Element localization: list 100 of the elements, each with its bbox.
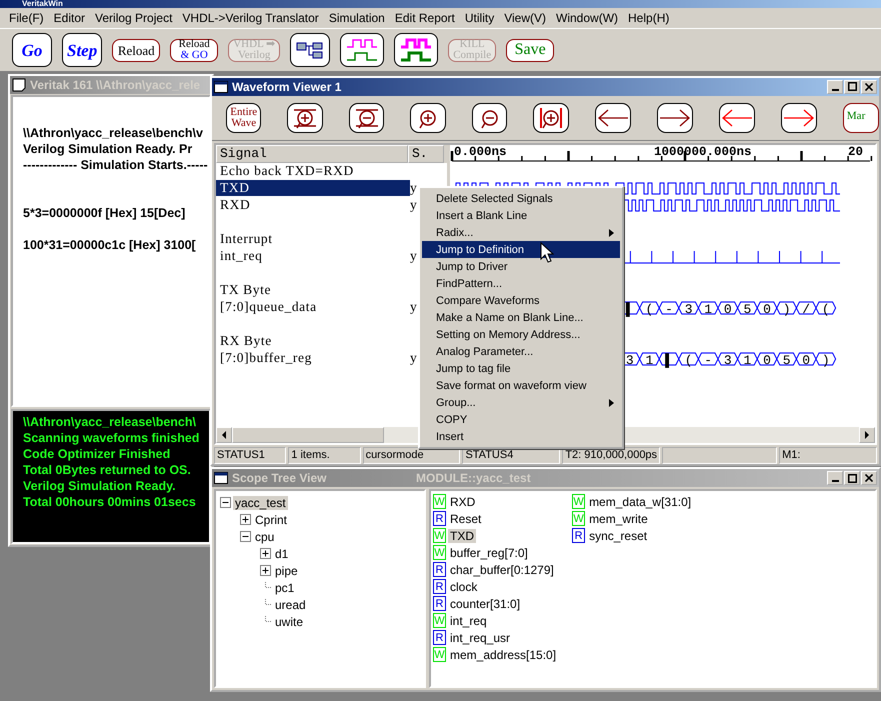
- net-name[interactable]: mem_address[15:0]: [448, 648, 558, 662]
- minimize-button[interactable]: [827, 80, 843, 94]
- menu-item[interactable]: Insert a Blank Line: [422, 207, 620, 224]
- app-title: VeritakWin: [0, 0, 881, 8]
- status-field: M1:: [779, 447, 877, 464]
- toolbar-button[interactable]: Reload: [112, 38, 160, 62]
- net-name[interactable]: mem_write: [587, 512, 650, 526]
- menu-item[interactable]: Verilog Project: [90, 11, 178, 25]
- tree-item[interactable]: d1: [273, 546, 290, 560]
- time-label: 0.000ns: [454, 144, 507, 159]
- menu-item[interactable]: Window(W): [551, 11, 624, 25]
- menu-item[interactable]: Jump to Definition: [422, 241, 620, 258]
- signal-name[interactable]: TXD: [216, 180, 410, 196]
- menu-item[interactable]: Jump to tag file: [422, 360, 620, 377]
- net-name[interactable]: sync_reset: [587, 528, 650, 542]
- right-arrow-icon: [782, 108, 816, 128]
- menu-item[interactable]: Group...: [422, 394, 620, 411]
- menu-item[interactable]: Simulation: [324, 11, 390, 25]
- net-name[interactable]: Reset: [448, 512, 484, 526]
- toolbar-button[interactable]: Reload & GO: [170, 38, 218, 62]
- tree-item[interactable]: pc1: [273, 580, 296, 594]
- wave-tool-button[interactable]: [594, 102, 631, 133]
- tree-item[interactable]: uread: [273, 598, 308, 612]
- signal-name[interactable]: RXD: [216, 197, 410, 214]
- wave-tool-button[interactable]: [656, 102, 693, 133]
- menu-item[interactable]: Save format on waveform view: [422, 377, 620, 394]
- menu-item[interactable]: Make a Name on Blank Line...: [422, 309, 620, 326]
- close-button[interactable]: [861, 80, 877, 94]
- net-type-badge: R: [433, 596, 446, 611]
- entire-wave-button[interactable]: Entire Wave: [226, 102, 262, 133]
- menu-item[interactable]: Edit Report: [390, 11, 460, 25]
- menu-item[interactable]: Insert: [422, 428, 620, 445]
- net-name[interactable]: TXD: [448, 528, 476, 542]
- menu-item[interactable]: COPY: [422, 411, 620, 428]
- expand-icon[interactable]: [260, 565, 271, 576]
- expand-icon[interactable]: [240, 514, 251, 525]
- menu-item[interactable]: File(F): [4, 11, 49, 25]
- net-name[interactable]: clock: [448, 580, 480, 594]
- menu-item[interactable]: Editor: [48, 11, 90, 25]
- net-name[interactable]: char_buffer[0:1279]: [448, 562, 556, 576]
- net-name[interactable]: counter[31:0]: [448, 596, 522, 610]
- menu-item[interactable]: Compare Waveforms: [422, 292, 620, 309]
- menu-item[interactable]: Setting on Memory Address...: [422, 326, 620, 343]
- wave-tool-button[interactable]: [472, 102, 508, 133]
- toolbar-button[interactable]: [394, 33, 438, 67]
- menu-item[interactable]: Utility: [460, 11, 500, 25]
- net-type-badge: W: [433, 647, 446, 662]
- column-header[interactable]: Signal: [216, 144, 408, 163]
- collapse-icon[interactable]: [220, 497, 231, 508]
- toolbar-button[interactable]: Save: [506, 38, 554, 62]
- signal-name[interactable]: [7:0]buffer_reg: [216, 350, 410, 366]
- column-header[interactable]: S.: [408, 144, 444, 163]
- tree-item[interactable]: Cprint: [253, 512, 290, 526]
- wave-tool-button[interactable]: [348, 102, 384, 133]
- menu-item[interactable]: Help(H): [623, 11, 674, 25]
- maximize-button[interactable]: [844, 80, 860, 94]
- console-output: \\Athron\yacc_release\bench\v Verilog Simulation Ready. Pr ------------- Simulation Starts.----- 5*3=0000000f [Hex] 15[Dec] 100*31=00000c1c [Hex] 3100[: [11, 95, 211, 407]
- menu-item[interactable]: Jump to Driver: [422, 258, 620, 275]
- tree-item[interactable]: yacc_test: [233, 496, 288, 510]
- tree-item[interactable]: cpu: [253, 530, 276, 544]
- net-name[interactable]: int_req_usr: [448, 630, 512, 644]
- wave-tool-button[interactable]: [287, 102, 323, 133]
- toolbar-button[interactable]: Step: [62, 33, 102, 67]
- toolbar-button[interactable]: [340, 33, 384, 67]
- wave-tool-button[interactable]: [718, 102, 755, 133]
- wave-tool-button[interactable]: [533, 102, 569, 133]
- toolbar-button[interactable]: Go: [12, 33, 52, 67]
- menu-item[interactable]: Delete Selected Signals: [422, 190, 620, 207]
- close-button[interactable]: [861, 471, 877, 485]
- maximize-button[interactable]: [844, 471, 860, 485]
- signal-name[interactable]: int_req: [216, 248, 410, 264]
- expand-icon[interactable]: [260, 548, 271, 559]
- minimize-button[interactable]: [827, 471, 843, 485]
- mark-button[interactable]: Mar: [842, 102, 879, 133]
- minimize-icon: [832, 480, 838, 482]
- menu-item[interactable]: View(V): [499, 11, 552, 25]
- tree-item[interactable]: pipe: [273, 564, 300, 578]
- net-name[interactable]: RXD: [448, 494, 478, 508]
- window-title: Veritak 161 \\Athron\yacc_rele: [30, 78, 200, 92]
- log-output: \\Athron\yacc_release\bench\ Scanning waveforms finished Code Optimizer Finished Total 0Bytes returned to OS. Verilog Simulation Ready. Total 00hours 00mins 01secs: [11, 409, 211, 544]
- right-arrow-icon: [658, 108, 692, 128]
- signal-name[interactable]: [7:0]queue_data: [216, 299, 410, 316]
- net-name[interactable]: mem_data_w[31:0]: [587, 494, 694, 508]
- tree-item[interactable]: uwite: [273, 614, 306, 628]
- waveform-icon: [399, 37, 434, 63]
- toolbar-button[interactable]: [290, 33, 330, 67]
- menu-item[interactable]: Radix...: [422, 224, 620, 241]
- submenu-arrow-icon: [609, 228, 614, 236]
- signal-value: y: [410, 197, 418, 214]
- signal-comment: Echo back TXD=RXD: [219, 163, 354, 180]
- net-type-badge: W: [433, 613, 446, 628]
- close-icon: [865, 474, 873, 482]
- menu-item[interactable]: FindPattern...: [422, 275, 620, 292]
- net-name[interactable]: int_req: [448, 614, 489, 628]
- menu-item[interactable]: Analog Parameter...: [422, 343, 620, 360]
- wave-tool-button[interactable]: [780, 102, 817, 133]
- collapse-icon[interactable]: [240, 531, 251, 542]
- net-name[interactable]: buffer_reg[7:0]: [448, 546, 530, 560]
- menu-item[interactable]: VHDL->Verilog Translator: [177, 11, 324, 25]
- wave-tool-button[interactable]: [410, 102, 446, 133]
